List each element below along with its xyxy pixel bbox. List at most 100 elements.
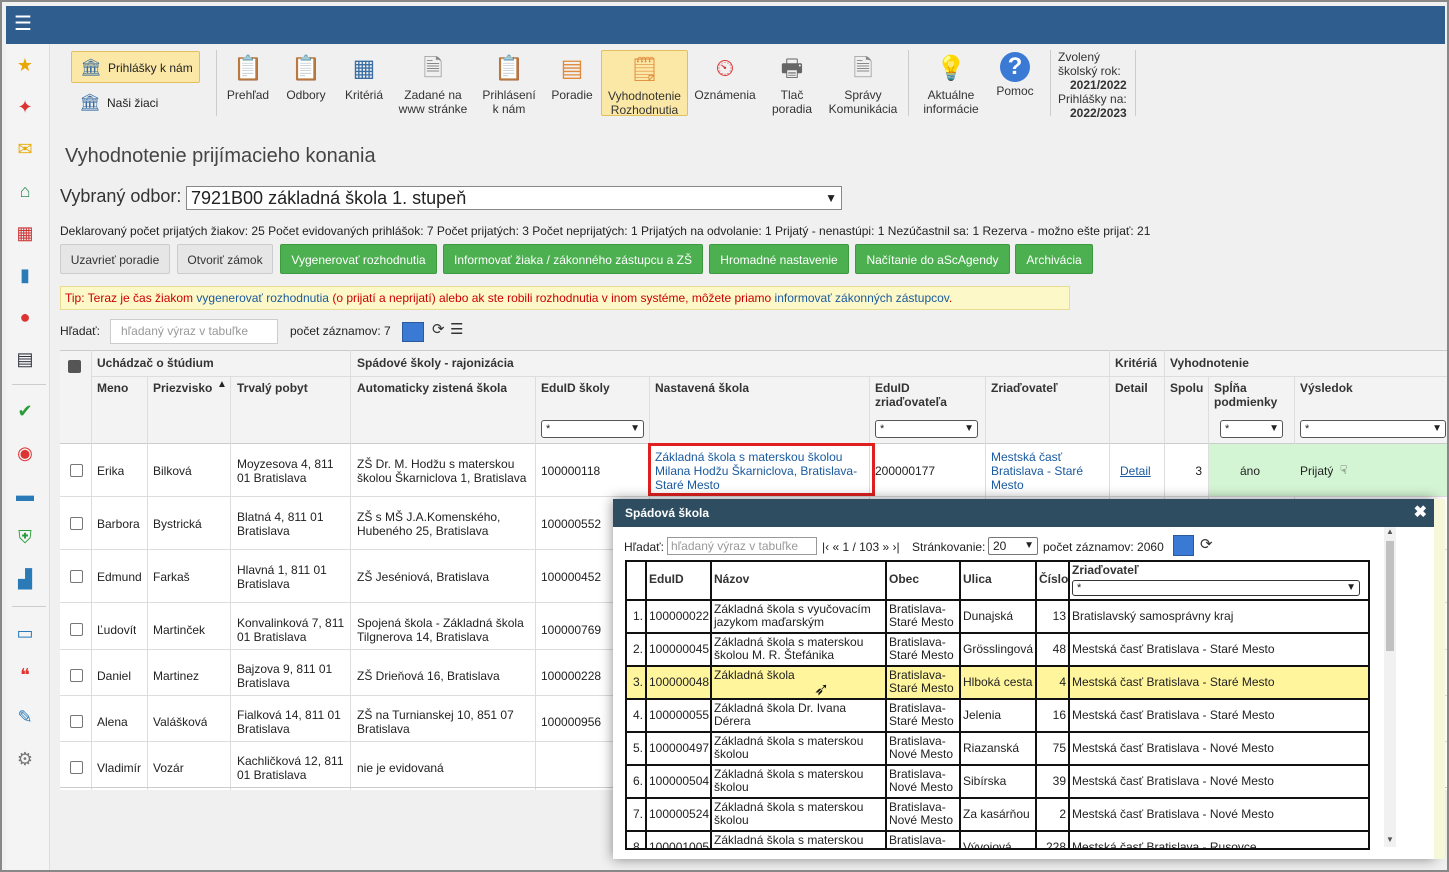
toolbar-spravy[interactable]: 🗎 Správy Komunikácia bbox=[826, 52, 900, 116]
odbor-select[interactable]: 7921B00 základná škola 1. stupeň ▼ bbox=[186, 186, 842, 210]
cell-vysledok[interactable]: Prijatý bbox=[1300, 464, 1333, 478]
filter-eduid[interactable]: * ▼ bbox=[541, 420, 644, 438]
scroll-down-icon[interactable]: ▼ bbox=[1386, 835, 1394, 844]
row-checkbox[interactable] bbox=[70, 570, 83, 583]
modal-search-input[interactable]: hľadaný výraz v tabuľke bbox=[667, 537, 817, 555]
star-icon[interactable]: ★ bbox=[14, 54, 36, 76]
toolbar-prihlaseni[interactable]: 📋 Prihlásení k nám bbox=[476, 52, 542, 116]
toolbar-tlac[interactable]: 🖶 Tlač poradia bbox=[766, 52, 818, 116]
school-row[interactable]: 8. 100001005 Základná škola s materskou Bra… bbox=[627, 832, 1368, 848]
col-nazov[interactable]: Názov bbox=[712, 562, 887, 599]
uzavriet-poradie-button[interactable]: Uzavrieť poradie bbox=[60, 244, 170, 274]
scroll-up-icon[interactable]: ▲ bbox=[1386, 527, 1394, 536]
row-checkbox[interactable] bbox=[70, 715, 83, 728]
nacitanie-button[interactable]: Načítanie do aScAgendy bbox=[855, 244, 1010, 274]
school-row[interactable]: 6. 100000504 Základná škola s materskou šk… bbox=[627, 766, 1368, 799]
briefcase-icon[interactable]: ▬ bbox=[14, 484, 36, 506]
gear-icon[interactable]: ⚙ bbox=[14, 748, 36, 770]
refresh-icon[interactable]: ⟳ bbox=[1200, 535, 1213, 553]
col-vysledok[interactable]: Výsledok bbox=[1300, 381, 1353, 395]
pen-icon[interactable]: ✎ bbox=[14, 706, 36, 728]
col-eduid[interactable]: EduID bbox=[647, 562, 712, 599]
school-row[interactable]: 2. 100000045 Základná škola s materskou šk… bbox=[627, 634, 1368, 667]
col-meno[interactable]: Meno bbox=[97, 381, 128, 395]
school-row[interactable]: 5. 100000497 Základná škola s materskou šk… bbox=[627, 733, 1368, 766]
toolbar-pomoc[interactable]: ? Pomoc bbox=[990, 52, 1040, 116]
modal-filter-zriad[interactable]: * ▼ bbox=[1072, 580, 1360, 596]
col-auto-skola[interactable]: Automaticky zistená škola bbox=[357, 381, 507, 395]
envelope-icon[interactable]: ✉ bbox=[14, 138, 36, 160]
list-icon[interactable]: ☰ bbox=[450, 320, 463, 338]
toolbar-aktualne[interactable]: 💡 Aktuálne informácie bbox=[916, 52, 986, 116]
row-checkbox[interactable] bbox=[70, 517, 83, 530]
filter-splna[interactable]: * ▼ bbox=[1220, 420, 1283, 438]
col-zriadovatel[interactable]: Zriaďovateľ * ▼ bbox=[1070, 562, 1368, 599]
col-eduid[interactable]: EduID školy bbox=[541, 381, 610, 395]
refresh-icon[interactable]: ⟳ bbox=[432, 320, 445, 338]
col-zriadovatel[interactable]: Zriaďovateľ bbox=[991, 381, 1058, 395]
col-eduid-zriad[interactable]: EduID zriaďovateľa bbox=[875, 381, 955, 409]
row-checkbox[interactable] bbox=[70, 464, 83, 477]
cell-zriadovatel-link[interactable]: Mestská časť Bratislava - Staré Mesto bbox=[991, 450, 1101, 492]
school-row[interactable]: 3. 100000048 Základná škola Bratislava-Star… bbox=[627, 667, 1368, 700]
cell-nastavena-link[interactable]: Základná škola s materskou školou Milana… bbox=[655, 450, 867, 492]
vygenerovat-rozhodnutia-button[interactable]: Vygenerovať rozhodnutia bbox=[280, 244, 437, 274]
school-row[interactable]: 7. 100000524 Základná škola s materskou šk… bbox=[627, 799, 1368, 832]
school-cell-cislo: 2 bbox=[1037, 799, 1070, 830]
otvorit-zamok-button[interactable]: Otvoriť zámok bbox=[177, 244, 273, 274]
col-splna[interactable]: Spĺňa podmienky bbox=[1214, 381, 1284, 409]
check-circle-icon[interactable]: ✔ bbox=[14, 400, 36, 422]
home-icon[interactable]: ⌂ bbox=[14, 180, 36, 202]
modal-pager[interactable]: |‹ « 1 / 103 » ›| bbox=[822, 540, 900, 554]
hamburger-menu-icon[interactable]: ☰ bbox=[14, 14, 34, 34]
modal-paging-select[interactable]: 20 ▼ bbox=[988, 537, 1038, 555]
columns-icon[interactable] bbox=[402, 322, 424, 342]
toolbar-zadane[interactable]: 🗎 Zadané na www stránke bbox=[396, 52, 470, 116]
chart-circle-icon[interactable]: ◉ bbox=[14, 442, 36, 464]
col-obec[interactable]: Obec bbox=[887, 562, 961, 599]
col-spolu[interactable]: Spolu bbox=[1170, 381, 1203, 395]
user-icon[interactable]: ● bbox=[14, 306, 36, 328]
toolbar-odbory[interactable]: 📋 Odbory bbox=[280, 52, 332, 116]
toolbar-poradie[interactable]: ▤ Poradie bbox=[546, 52, 598, 116]
select-all-checkbox[interactable] bbox=[68, 360, 81, 373]
clipboard-eye-icon: 📋 bbox=[233, 55, 263, 82]
row-checkbox[interactable] bbox=[70, 761, 83, 774]
tip-link-generate[interactable]: vygenerovať rozhodnutia bbox=[196, 291, 329, 305]
nasi-ziaci-button[interactable]: 🏛 Naši žiaci bbox=[71, 87, 200, 119]
col-nastavena[interactable]: Nastavená škola bbox=[655, 381, 749, 395]
modal-scrollbar[interactable]: ▲ ▼ bbox=[1384, 527, 1396, 847]
toolbar-prehlad[interactable]: 📋 Prehľad bbox=[222, 52, 274, 116]
open-book-icon[interactable]: ▭ bbox=[14, 622, 36, 644]
school-row[interactable]: 4. 100000055 Základná škola Dr. Ivana Dére… bbox=[627, 700, 1368, 733]
prihlasky-k-nam-button[interactable]: 🏛 Prihlášky k nám bbox=[71, 51, 200, 83]
columns-icon[interactable] bbox=[1173, 535, 1194, 556]
informovat-button[interactable]: Informovať žiaka / zákonného zástupcu a … bbox=[443, 244, 703, 274]
calendar-icon[interactable]: ▦ bbox=[14, 222, 36, 244]
tip-link-inform[interactable]: informovať zákonných zástupcov bbox=[775, 291, 949, 305]
close-icon[interactable]: ✖ bbox=[1414, 499, 1427, 527]
magic-wand-icon[interactable]: ✦ bbox=[14, 96, 36, 118]
col-priezvisko[interactable]: Priezvisko bbox=[153, 381, 212, 395]
row-checkbox[interactable] bbox=[70, 623, 83, 636]
toolbar-oznamenia[interactable]: ⏲ Oznámenia bbox=[692, 52, 758, 116]
bar-chart-icon[interactable]: ▟ bbox=[14, 568, 36, 590]
schedule-icon[interactable]: ▤ bbox=[14, 348, 36, 370]
col-ulica[interactable]: Ulica bbox=[961, 562, 1037, 599]
row-checkbox[interactable] bbox=[70, 669, 83, 682]
col-pobyt[interactable]: Trvalý pobyt bbox=[237, 381, 308, 395]
school-cell-id: 100000055 bbox=[647, 700, 712, 731]
toolbar-vyhodnotenie[interactable]: 🗒 Vyhodnotenie Rozhodnutia bbox=[601, 50, 688, 117]
archivacia-button[interactable]: Archivácia bbox=[1015, 244, 1093, 274]
book-icon[interactable]: ▮ bbox=[14, 264, 36, 286]
filter-vysledok[interactable]: * ▼ bbox=[1300, 420, 1446, 438]
filter-eduid-zriad[interactable]: * ▼ bbox=[875, 420, 978, 438]
search-input[interactable]: hľadaný výraz v tabuľke bbox=[110, 319, 278, 344]
shield-icon[interactable]: ⛨ bbox=[14, 526, 36, 548]
hromadne-nastavenie-button[interactable]: Hromadné nastavenie bbox=[709, 244, 849, 274]
col-cislo[interactable]: Číslo bbox=[1037, 562, 1070, 599]
chat-icon[interactable]: ❝ bbox=[14, 664, 36, 686]
toolbar-kriteria[interactable]: ▦ Kritériá bbox=[338, 52, 390, 116]
school-row[interactable]: 1. 100000022 Základná škola s vyučovacím j… bbox=[627, 601, 1368, 634]
detail-link[interactable]: Detail bbox=[1120, 464, 1151, 478]
